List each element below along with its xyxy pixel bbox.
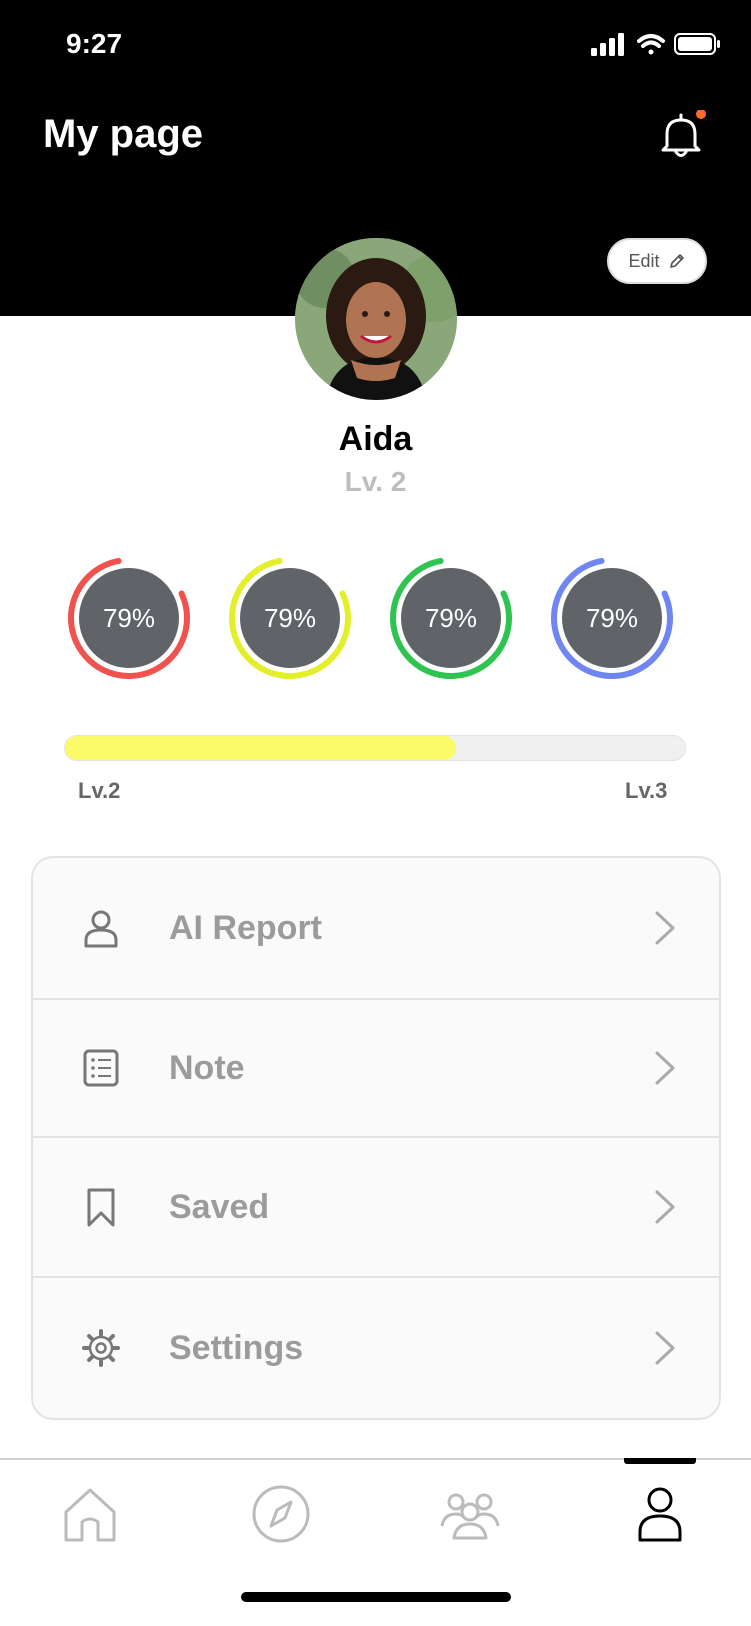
pencil-icon [669,254,684,268]
chevron-right-icon [655,1331,675,1365]
progress-start-label: Lv.2 [78,778,121,803]
edit-profile-button[interactable]: Edit [607,238,707,284]
stat-value: 79% [585,602,639,633]
stat-value: 79% [102,602,156,633]
menu-item-settings[interactable]: Settings [33,1278,719,1418]
community-icon [440,1493,500,1540]
menu-list: AI Report Note Saved Settings [31,856,721,1420]
user-level: Lv. 2 [344,466,407,497]
avatar[interactable] [295,238,457,400]
menu-item-label: Saved [169,1187,270,1226]
home-indicator [241,1592,511,1602]
tab-explore[interactable] [249,1482,313,1546]
menu-item-note[interactable]: Note [33,1000,719,1136]
stat-value: 79% [424,602,478,633]
progress-end-label: Lv.3 [625,778,668,803]
bookmark-icon [87,1188,115,1227]
stat-ring-1: 79% [66,555,192,681]
signal-icon [591,33,624,56]
level-progress-bar [64,735,686,761]
bell-icon [661,109,706,157]
stat-ring-4: 79% [549,555,675,681]
menu-item-label: AI Report [169,908,322,947]
user-name: Aida [338,420,413,458]
chevron-right-icon [655,1190,675,1224]
level-progress-fill [65,736,456,760]
menu-item-saved[interactable]: Saved [33,1138,719,1276]
menu-item-label: Settings [169,1328,304,1367]
tab-home[interactable] [58,1482,122,1546]
menu-item-ai-report[interactable]: AI Report [33,858,719,998]
stat-ring-3: 79% [388,555,514,681]
tab-community[interactable] [438,1482,502,1546]
active-tab-indicator [624,1458,696,1464]
chevron-right-icon [655,1051,675,1085]
tab-profile[interactable] [628,1482,692,1546]
status-time: 9:27 [66,28,123,59]
user-icon [84,910,118,948]
profile-icon [638,1487,682,1542]
page-title: My page [43,112,204,156]
gear-icon [82,1329,120,1367]
status-icons [591,30,721,63]
notification-button[interactable] [655,109,707,162]
stat-value: 79% [263,602,317,633]
menu-item-label: Note [169,1048,245,1087]
stat-ring-2: 79% [227,555,353,681]
edit-label: Edit [628,250,660,271]
notification-dot [696,109,706,119]
note-icon [83,1049,119,1087]
home-icon [64,1488,116,1542]
wifi-icon [637,34,665,55]
chevron-right-icon [655,911,675,945]
compass-icon [252,1485,310,1543]
battery-icon [674,33,720,55]
